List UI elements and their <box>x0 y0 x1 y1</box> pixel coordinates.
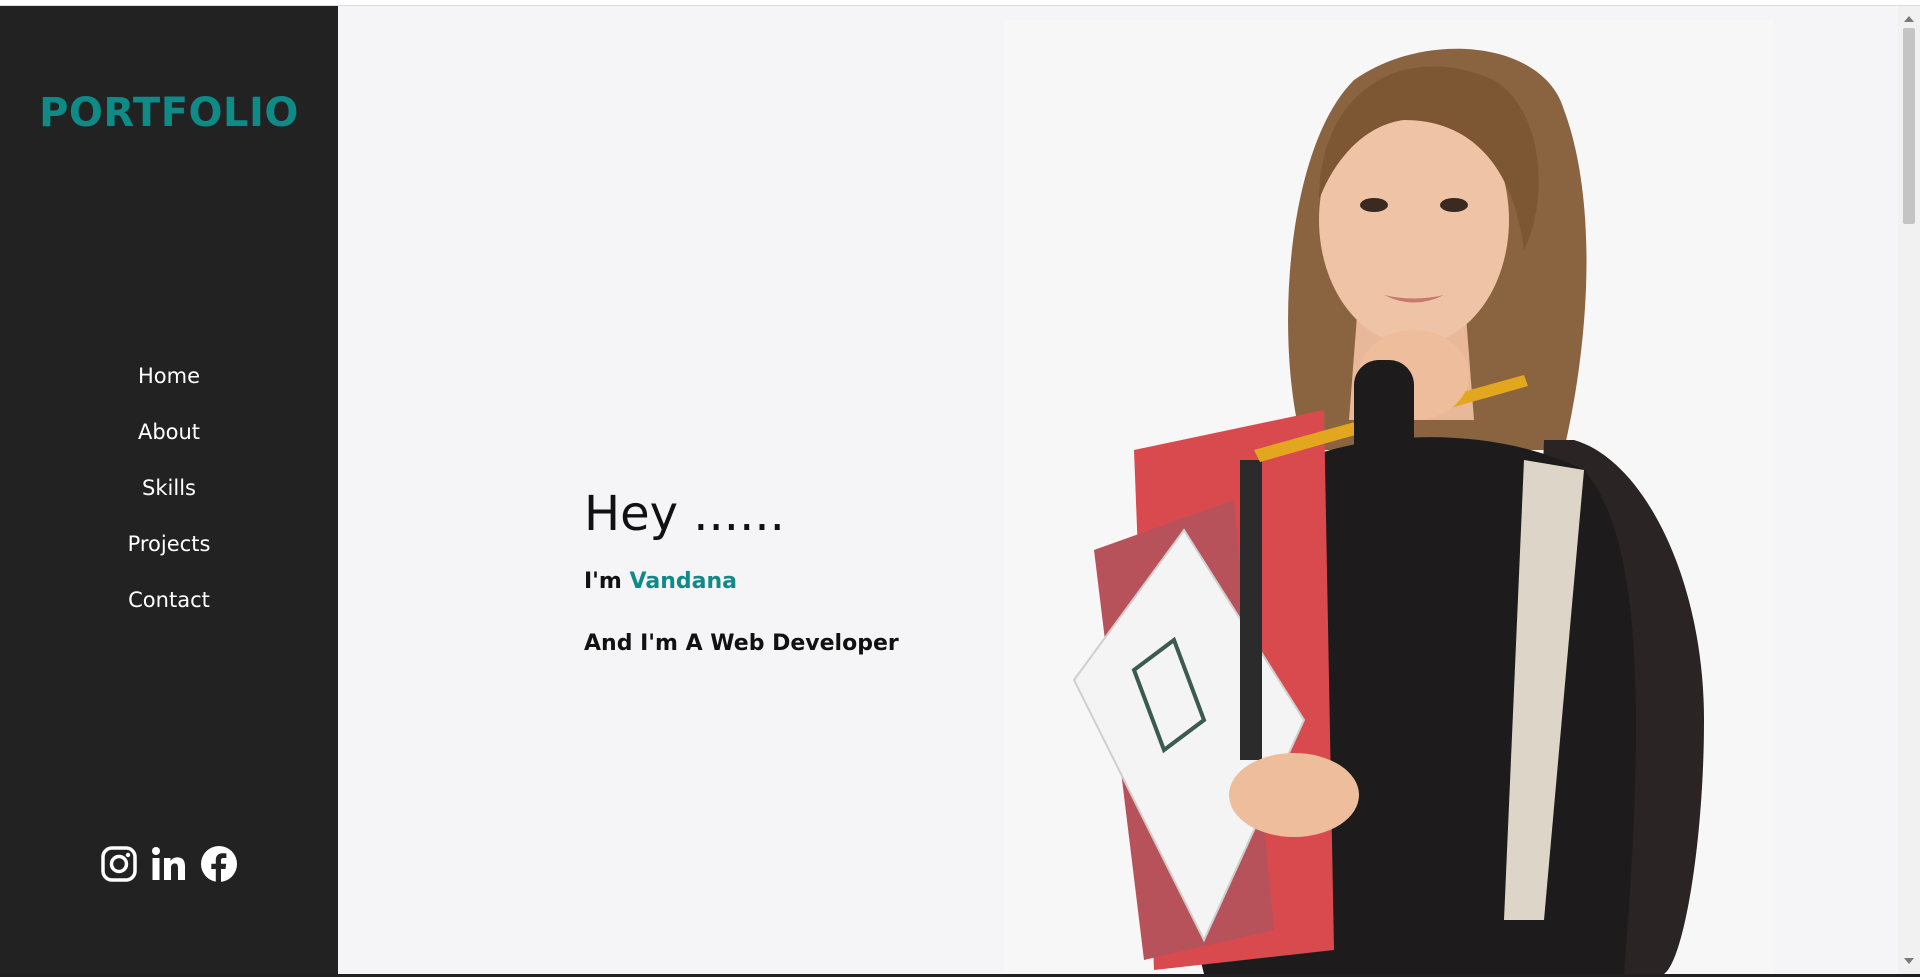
main-content: Hey ...... I'm Vandana And I'm A Web Dev… <box>338 6 1898 974</box>
sidebar: PORTFOLIO Home About Skills Projects Con… <box>0 6 338 974</box>
scroll-down-arrow-icon[interactable] <box>1904 958 1914 964</box>
social-links <box>0 844 338 884</box>
hero-name: Vandana <box>629 569 737 594</box>
hero-text: Hey ...... I'm Vandana And I'm A Web Dev… <box>584 486 899 658</box>
sidebar-nav: Home About Skills Projects Contact <box>0 358 338 638</box>
nav-item-contact[interactable]: Contact <box>0 582 338 638</box>
facebook-icon[interactable] <box>199 844 239 884</box>
nav-item-home[interactable]: Home <box>0 358 338 414</box>
page-scrollbar[interactable] <box>1898 6 1920 974</box>
instagram-icon[interactable] <box>99 844 139 884</box>
portfolio-logo[interactable]: PORTFOLIO <box>0 90 338 136</box>
intro-prefix: I'm <box>584 569 622 594</box>
hero-role: And I'm A Web Developer <box>584 631 899 656</box>
nav-item-about[interactable]: About <box>0 414 338 470</box>
scroll-thumb[interactable] <box>1903 28 1915 224</box>
hero-intro: I'm Vandana <box>584 568 899 596</box>
scroll-up-arrow-icon[interactable] <box>1904 16 1914 22</box>
nav-item-projects[interactable]: Projects <box>0 526 338 582</box>
nav-item-skills[interactable]: Skills <box>0 470 338 526</box>
hero-greeting: Hey ...... <box>584 486 785 542</box>
hero-photo <box>1004 20 1774 974</box>
linkedin-icon[interactable] <box>149 844 189 884</box>
